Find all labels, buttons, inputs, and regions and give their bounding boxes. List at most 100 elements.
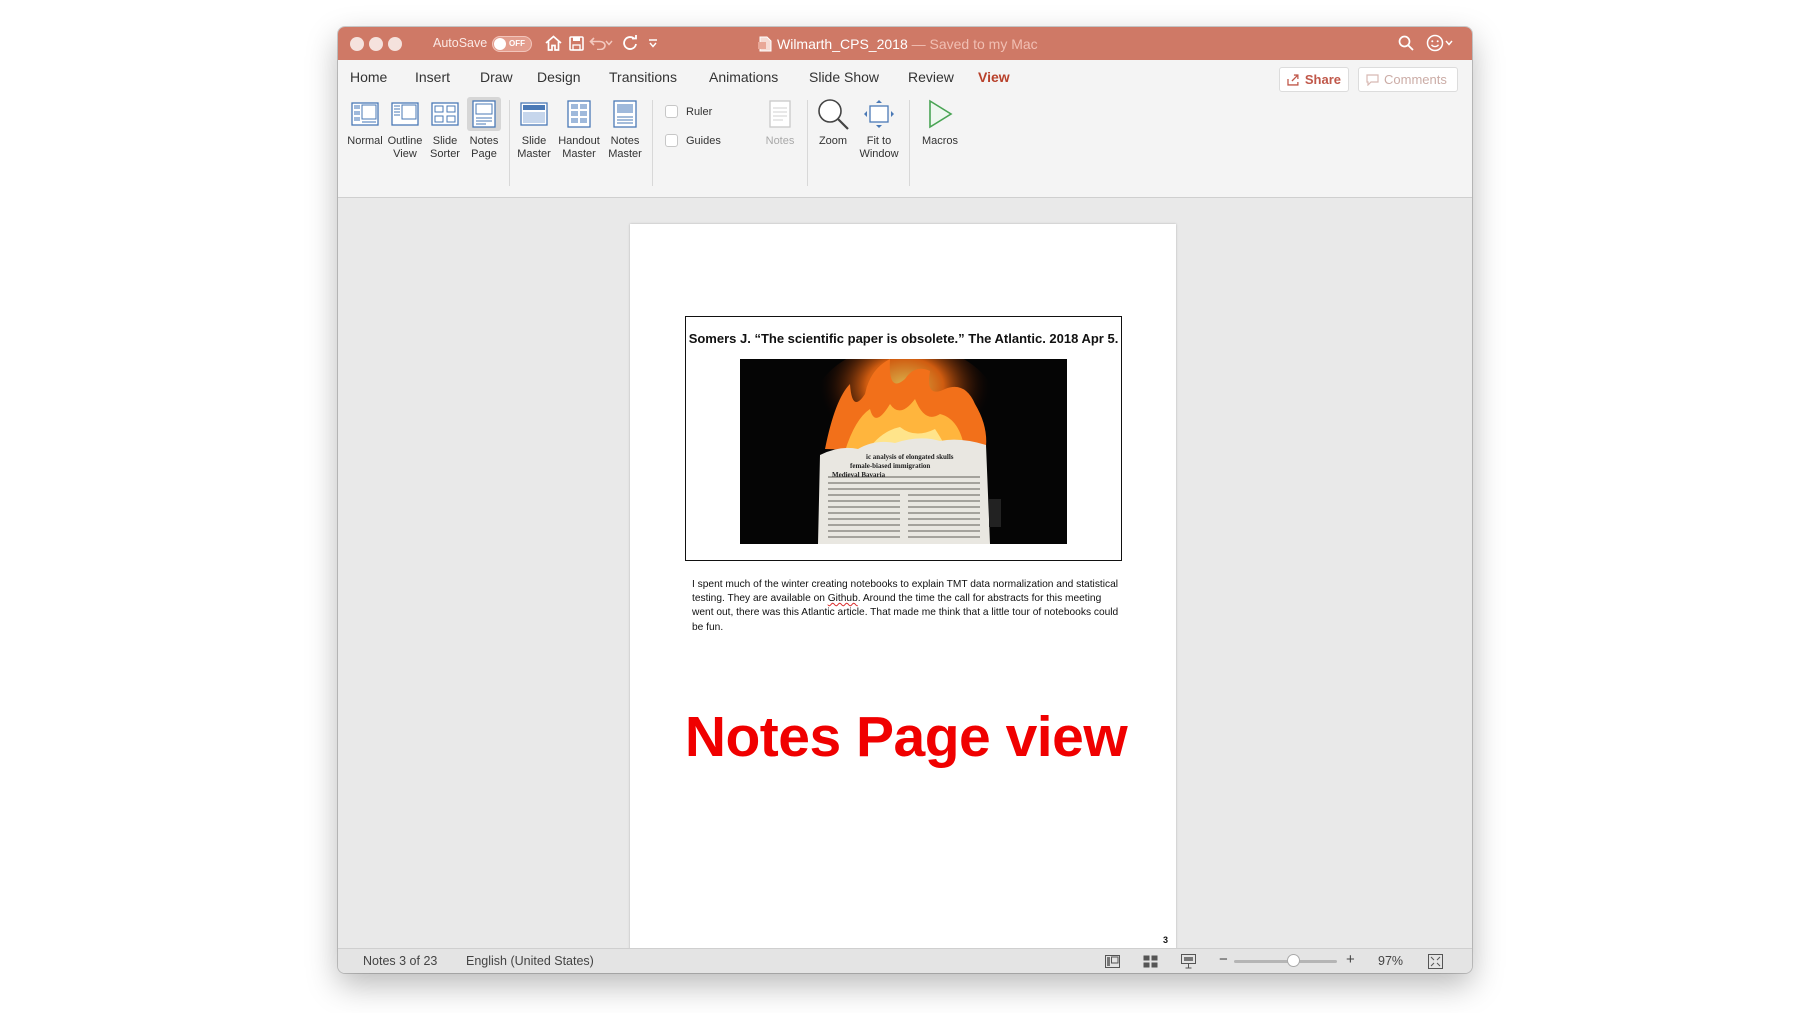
presenter-view-status-icon[interactable] [1180, 953, 1197, 969]
close-window-button[interactable] [350, 37, 364, 51]
ribbon-separator [909, 100, 910, 186]
outline-view-icon [388, 97, 422, 131]
guides-label: Guides [686, 134, 721, 147]
speaker-notes[interactable]: I spent much of the winter creating note… [692, 578, 1120, 635]
autosave-state: OFF [509, 39, 525, 48]
handout-master-button[interactable]: Handout Master [556, 97, 602, 160]
normal-view-status-icon[interactable] [1104, 953, 1121, 969]
document-canvas[interactable]: Somers J. “The scientific paper is obsol… [338, 198, 1472, 951]
zoom-percentage[interactable]: 97% [1378, 954, 1403, 968]
undo-dropdown-chevron-icon[interactable] [603, 33, 615, 53]
tab-design[interactable]: Design [537, 69, 581, 85]
handout-master-label-2: Master [562, 147, 596, 160]
pptx-file-icon [758, 36, 772, 52]
tab-review[interactable]: Review [908, 69, 954, 85]
home-icon[interactable] [543, 33, 563, 53]
slide-sorter-button[interactable]: Slide Sorter [426, 97, 464, 160]
smiley-feedback-icon[interactable] [1425, 33, 1445, 53]
tab-view[interactable]: View [978, 69, 1010, 85]
ruler-checkbox-box[interactable] [665, 105, 678, 118]
share-icon [1287, 73, 1299, 86]
slide-position: Notes 3 of 23 [363, 954, 438, 968]
fit-to-window-label-1: Fit to [866, 135, 892, 147]
doc-name: Wilmarth_CPS_2018 [777, 36, 908, 52]
tab-animations[interactable]: Animations [709, 69, 778, 85]
share-button[interactable]: Share [1279, 67, 1349, 92]
handout-master-icon [562, 97, 596, 131]
slide-sorter-status-icon[interactable] [1142, 953, 1159, 969]
notes-page-icon [467, 97, 501, 131]
notes-page-label-2: Page [471, 147, 497, 160]
guides-checkbox[interactable]: Guides [665, 134, 721, 147]
notes-page[interactable]: Somers J. “The scientific paper is obsol… [630, 224, 1176, 951]
macros-label: Macros [921, 135, 959, 147]
zoom-out-button[interactable]: − [1219, 951, 1228, 968]
normal-view-icon [348, 97, 382, 131]
tab-draw[interactable]: Draw [480, 69, 513, 85]
normal-view-button[interactable]: Normal [346, 97, 384, 148]
notes-master-label-1: Notes [610, 135, 640, 147]
status-bar: Notes 3 of 23 English (United States) − … [338, 948, 1472, 973]
outline-view-label-2: View [393, 147, 417, 160]
notes-icon [763, 97, 797, 131]
language-status[interactable]: English (United States) [466, 954, 594, 968]
feedback-chevron-icon[interactable] [1444, 33, 1454, 53]
zoom-in-button[interactable]: + [1346, 951, 1355, 968]
slide-sorter-label-2: Sorter [430, 147, 460, 160]
handout-master-label-1: Handout [558, 135, 600, 147]
autosave-toggle[interactable]: OFF [492, 36, 532, 52]
powerpoint-window: AutoSave OFF Wilmarth_CPS_2018 — Saved t… [338, 27, 1472, 973]
customize-toolbar-icon[interactable] [643, 33, 663, 53]
share-label: Share [1304, 72, 1341, 87]
slide-master-button[interactable]: Slide Master [513, 97, 555, 160]
slide-thumbnail[interactable]: Somers J. “The scientific paper is obsol… [685, 316, 1122, 561]
fit-to-window-icon [862, 97, 896, 131]
ruler-checkbox[interactable]: Ruler [665, 105, 712, 118]
image-caption-line: female-biased immigration [850, 462, 930, 470]
search-icon[interactable] [1396, 33, 1416, 53]
doc-status: — Saved to my Mac [911, 36, 1038, 52]
notes-page-view-annotation: Notes Page view [684, 705, 1128, 769]
zoom-slider-track[interactable] [1234, 960, 1337, 963]
tab-transitions[interactable]: Transitions [609, 69, 677, 85]
notes-page-button[interactable]: Notes Page [465, 97, 503, 160]
minimize-window-button[interactable] [369, 37, 383, 51]
comments-label: Comments [1384, 72, 1447, 87]
slide-title: Somers J. “The scientific paper is obsol… [688, 331, 1119, 346]
view-ribbon: Normal Outline View Slide Sorter Notes P… [338, 92, 1472, 198]
notes-toggle-button[interactable]: Notes [762, 97, 798, 148]
fit-to-window-button[interactable]: Fit to Window [856, 97, 902, 160]
slide-master-label-1: Slide [521, 135, 547, 147]
redo-icon[interactable] [620, 33, 640, 53]
zoom-label: Zoom [818, 135, 848, 147]
comments-button[interactable]: Comments [1358, 67, 1458, 92]
macros-button[interactable]: Macros [918, 97, 962, 148]
ruler-label: Ruler [686, 105, 713, 118]
autosave-label: AutoSave [433, 36, 488, 50]
burning-paper-image[interactable]: ic analysis of elongated skulls female-b… [740, 359, 1067, 544]
guides-checkbox-box[interactable] [665, 134, 678, 147]
tab-insert[interactable]: Insert [415, 69, 450, 85]
notes-label: Notes [765, 135, 795, 147]
ribbon-separator [652, 100, 653, 186]
image-caption-line: ic analysis of elongated skulls [866, 453, 954, 461]
slide-sorter-label-1: Slide [432, 135, 458, 147]
zoom-slider-knob[interactable] [1287, 954, 1300, 967]
title-bar: AutoSave OFF Wilmarth_CPS_2018 — Saved t… [338, 27, 1472, 60]
fit-to-window-label-2: Window [859, 147, 899, 160]
tab-home[interactable]: Home [350, 69, 387, 85]
notes-master-label-2: Master [608, 147, 642, 160]
zoom-button[interactable]: Zoom [813, 97, 853, 148]
notes-master-icon [608, 97, 642, 131]
save-icon[interactable] [566, 33, 586, 53]
notes-spellcheck-word: Github [827, 593, 858, 605]
notes-page-label-1: Notes [469, 135, 499, 147]
tab-slide-show[interactable]: Slide Show [809, 69, 879, 85]
macros-play-icon [923, 97, 957, 131]
document-title: Wilmarth_CPS_2018 — Saved to my Mac [758, 36, 1038, 52]
notes-master-button[interactable]: Notes Master [604, 97, 646, 160]
ribbon-separator [509, 100, 510, 186]
outline-view-button[interactable]: Outline View [385, 97, 425, 160]
fit-slide-icon[interactable] [1427, 953, 1444, 969]
zoom-window-button[interactable] [388, 37, 402, 51]
